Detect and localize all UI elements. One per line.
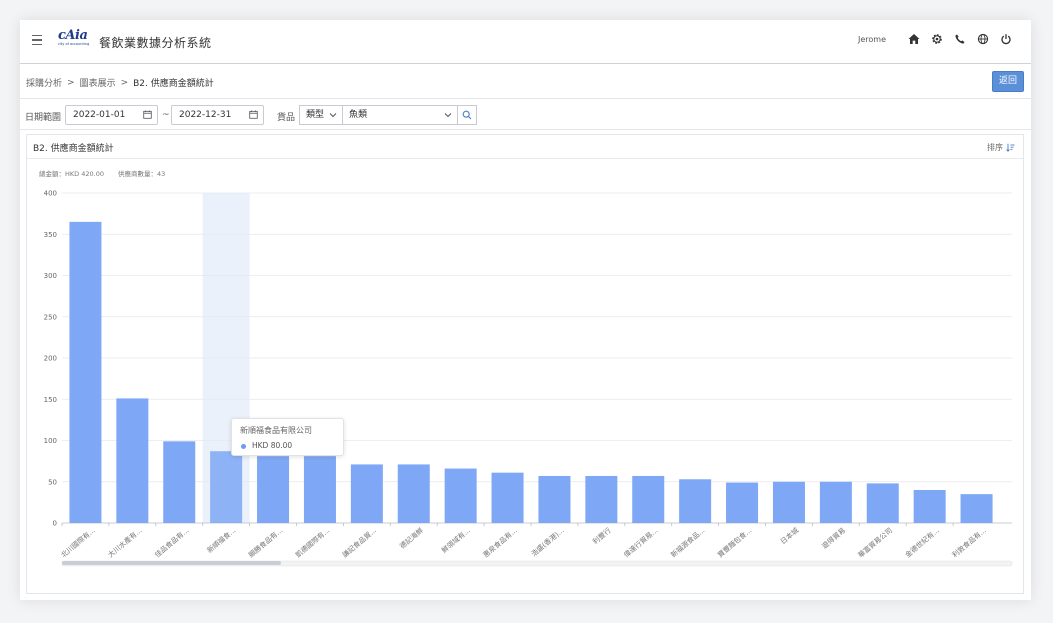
y-tick-label: 100 bbox=[44, 437, 57, 445]
start-date-input[interactable]: 2022-01-01 bbox=[65, 105, 158, 125]
breadcrumb-item-chart-display[interactable]: 圖表展示 bbox=[80, 76, 116, 89]
x-tick-label: 謙記食品貿... bbox=[340, 526, 378, 560]
x-tick-label: 北川國際有... bbox=[59, 526, 97, 560]
bar bbox=[350, 464, 383, 523]
bar bbox=[585, 475, 618, 523]
user-name[interactable]: Jerome bbox=[858, 35, 886, 44]
tooltip-value: HKD 80.00 bbox=[252, 441, 293, 450]
globe-icon[interactable] bbox=[976, 32, 990, 46]
back-button[interactable]: 返回 bbox=[992, 71, 1024, 92]
bar bbox=[913, 490, 946, 523]
breadcrumb-bar: 採購分析 > 圖表展示 > B2. 供應商金額統計 返回 bbox=[20, 64, 1031, 99]
x-tick-label: 寶豐麵包食... bbox=[716, 526, 754, 560]
x-tick-label: 華富貿易公司 bbox=[856, 526, 894, 560]
settings-icon[interactable] bbox=[930, 32, 944, 46]
bar bbox=[772, 481, 805, 523]
chart-panel: B2. 供應商金額統計 排序 總金額：HKD 420.00 供應商數量：43 0… bbox=[26, 134, 1024, 594]
bar bbox=[116, 398, 149, 523]
tooltip-title: 新順福食品有限公司 bbox=[240, 426, 312, 435]
tooltip-series-dot bbox=[241, 444, 246, 449]
end-date-input[interactable]: 2022-12-31 bbox=[171, 105, 264, 125]
bar bbox=[538, 475, 571, 523]
category-value-select[interactable]: 魚類 bbox=[342, 105, 458, 125]
bar bbox=[210, 451, 243, 523]
chart-tooltip: 新順福食品有限公司 HKD 80.00 bbox=[231, 418, 344, 456]
bar bbox=[960, 494, 993, 523]
bar bbox=[303, 456, 336, 523]
x-tick-label: 金德世紀有... bbox=[903, 526, 941, 560]
y-tick-label: 300 bbox=[44, 272, 57, 280]
app-window: cAia city of accounting 餐飲業數據分析系統 Jerome bbox=[20, 20, 1031, 600]
x-tick-label: 凱德國際有... bbox=[294, 526, 332, 560]
y-tick-label: 0 bbox=[53, 520, 57, 528]
bar bbox=[866, 483, 899, 523]
category-value: 魚類 bbox=[349, 110, 368, 120]
x-tick-label: 德記海鮮 bbox=[398, 526, 425, 551]
breadcrumb-separator: > bbox=[120, 77, 129, 88]
y-tick-label: 50 bbox=[48, 478, 57, 486]
start-date-value: 2022-01-01 bbox=[73, 110, 126, 120]
x-tick-label: 新福源食品... bbox=[669, 526, 707, 560]
end-date-value: 2022-12-31 bbox=[179, 110, 232, 120]
category-type-value: 類型 bbox=[306, 110, 325, 120]
date-range-separator: ~ bbox=[162, 110, 170, 120]
chevron-down-icon bbox=[329, 113, 337, 118]
x-tick-label: 鮮領域有... bbox=[440, 526, 472, 555]
bar bbox=[632, 475, 665, 523]
scrollbar-thumb[interactable] bbox=[62, 561, 281, 565]
filter-bar: 日期範圍 2022-01-01 ~ 2022-12-31 貨品 類型 魚類 bbox=[20, 99, 1031, 130]
logo-mark: cAia bbox=[58, 28, 88, 43]
x-tick-label: 佳品食品有... bbox=[153, 526, 191, 560]
x-tick-label: 惠泉食品有... bbox=[481, 526, 519, 560]
home-icon[interactable] bbox=[907, 32, 921, 46]
calendar-icon bbox=[143, 110, 152, 119]
x-tick-label: 偉達行貿易... bbox=[622, 526, 660, 560]
power-icon[interactable] bbox=[999, 32, 1013, 46]
search-icon bbox=[462, 110, 472, 120]
x-tick-label: 顯勝食品有... bbox=[247, 526, 285, 560]
category-type-select[interactable]: 類型 bbox=[299, 105, 343, 125]
bar bbox=[397, 464, 430, 523]
header-actions: Jerome bbox=[858, 32, 1013, 46]
menu-icon[interactable] bbox=[32, 35, 42, 47]
y-tick-label: 250 bbox=[44, 313, 57, 321]
bar bbox=[69, 221, 102, 523]
goods-label: 貨品 bbox=[277, 113, 296, 123]
x-tick-label: 日本城 bbox=[778, 526, 800, 546]
bar bbox=[444, 468, 477, 523]
y-tick-label: 400 bbox=[44, 190, 57, 198]
y-tick-label: 200 bbox=[44, 355, 57, 363]
x-tick-label: 新順福食... bbox=[205, 526, 237, 555]
app-header: cAia city of accounting 餐飲業數據分析系統 Jerome bbox=[20, 20, 1031, 64]
bar bbox=[257, 456, 290, 523]
chevron-down-icon bbox=[444, 113, 452, 118]
breadcrumb-current: B2. 供應商金額統計 bbox=[133, 79, 214, 89]
x-tick-label: 利豐行 bbox=[591, 526, 613, 546]
x-tick-label: 利敦食品有... bbox=[950, 526, 988, 560]
search-button[interactable] bbox=[457, 105, 477, 125]
y-tick-label: 150 bbox=[44, 396, 57, 404]
bar bbox=[679, 479, 712, 523]
breadcrumb: 採購分析 > 圖表展示 > B2. 供應商金額統計 bbox=[26, 76, 214, 90]
breadcrumb-separator: > bbox=[67, 77, 75, 88]
y-tick-label: 350 bbox=[44, 231, 57, 239]
calendar-icon bbox=[249, 110, 258, 119]
date-range-label: 日期範圍 bbox=[25, 113, 62, 123]
bar bbox=[491, 472, 524, 523]
bar bbox=[726, 482, 759, 523]
x-tick-label: 浩盛(香港)... bbox=[529, 526, 566, 559]
logo: cAia city of accounting bbox=[58, 28, 90, 51]
bar bbox=[163, 441, 196, 523]
breadcrumb-item-purchase-analysis[interactable]: 採購分析 bbox=[26, 76, 62, 89]
bar-chart: 0 50 100 150 200 250 300 350 400 北川國際有... 大川水產有...… bbox=[44, 190, 1013, 567]
phone-icon[interactable] bbox=[953, 32, 967, 46]
bar bbox=[819, 481, 852, 523]
x-tick-label: 遊得貿易 bbox=[820, 526, 847, 551]
x-tick-label: 大川水產有... bbox=[106, 526, 144, 560]
app-title: 餐飲業數據分析系統 bbox=[99, 36, 212, 50]
logo-subtitle: city of accounting bbox=[58, 42, 90, 46]
